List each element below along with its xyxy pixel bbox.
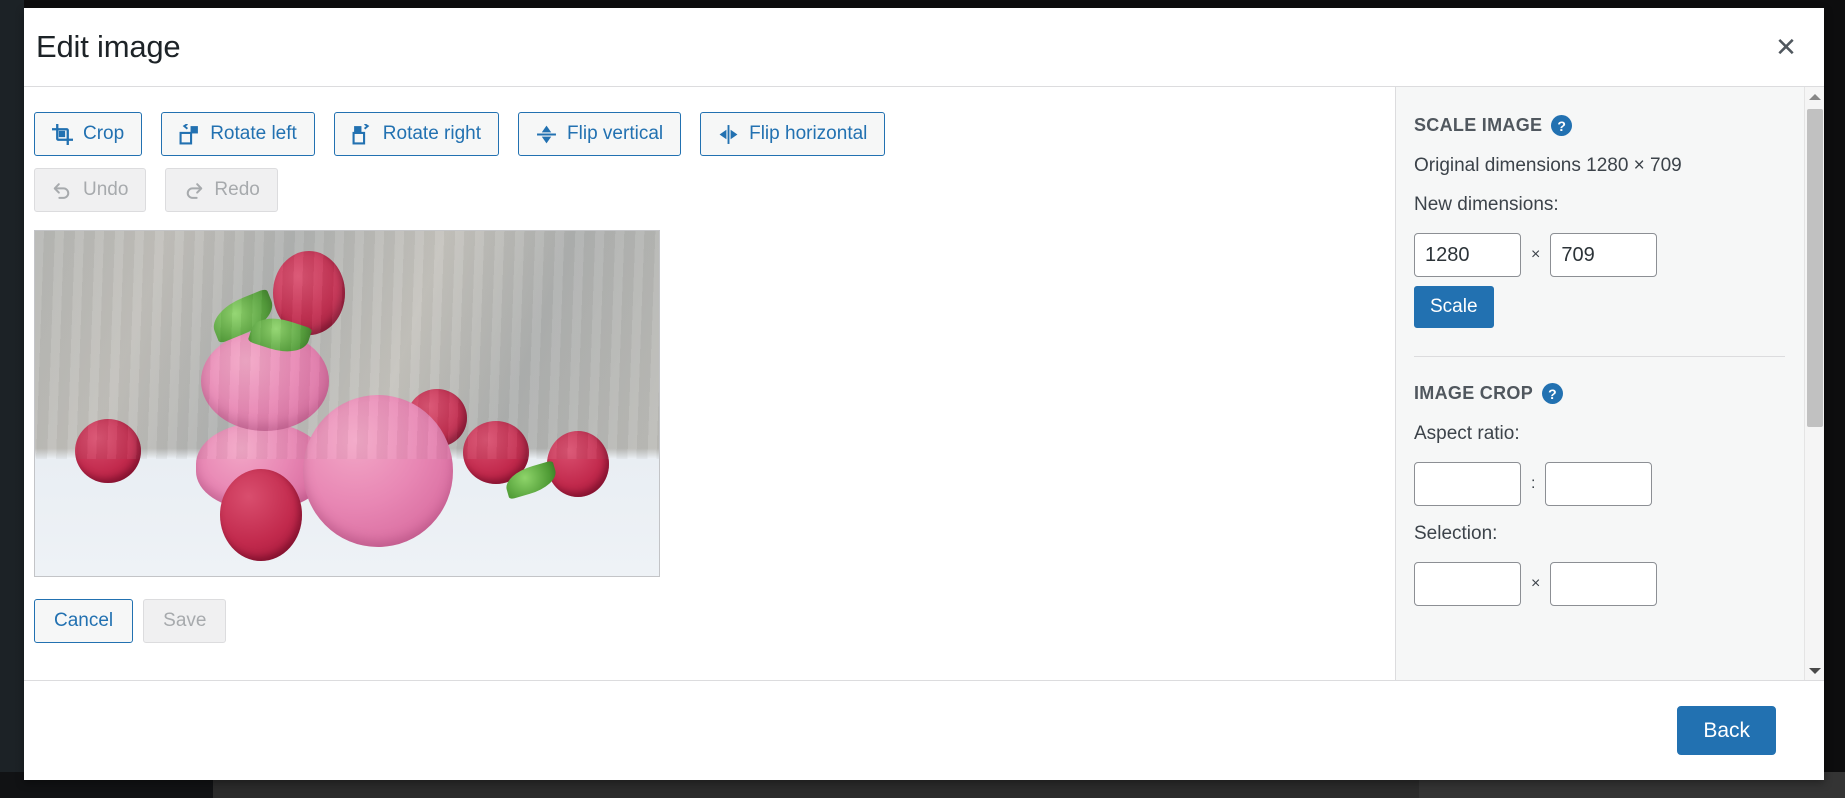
redo-button-label: Redo	[214, 179, 260, 200]
image-history-toolbar: Undo Redo	[34, 168, 1395, 212]
image-crop-heading: IMAGE CROP	[1414, 383, 1534, 403]
rotate-left-icon	[179, 123, 200, 145]
help-icon[interactable]: ?	[1551, 115, 1573, 136]
rotate-left-button-label: Rotate left	[210, 123, 297, 144]
flip-horizontal-icon	[718, 124, 739, 145]
close-icon[interactable]: ✕	[1760, 21, 1812, 73]
scale-width-input[interactable]	[1414, 233, 1521, 277]
scroll-up-icon[interactable]	[1805, 87, 1824, 106]
rotate-right-button-label: Rotate right	[382, 123, 482, 144]
aspect-ratio-fields: :	[1414, 462, 1804, 506]
selection-fields: ×	[1414, 562, 1804, 606]
image-preview-canvas[interactable]	[34, 230, 660, 577]
selection-label: Selection:	[1414, 523, 1498, 544]
scale-height-input[interactable]	[1550, 233, 1658, 277]
image-settings-pane: SCALE IMAGE ? Original dimensions 1280 ×…	[1395, 87, 1804, 680]
undo-button[interactable]: Undo	[34, 168, 147, 212]
aspect-ratio-width-input[interactable]	[1414, 462, 1521, 506]
save-button[interactable]: Save	[143, 599, 227, 643]
sidebar-ghost-row	[0, 0, 24, 34]
rotate-right-button[interactable]: Rotate right	[333, 112, 500, 156]
crop-button[interactable]: Crop	[34, 112, 143, 156]
admin-sidebar-behind-modal	[0, 0, 24, 798]
scale-button[interactable]: Scale	[1414, 286, 1494, 328]
ratio-separator-icon: :	[1531, 475, 1536, 492]
help-icon[interactable]: ?	[1542, 383, 1564, 404]
modal-footer: Back	[24, 681, 1824, 780]
undo-button-label: Undo	[83, 179, 129, 200]
page-title: Edit image	[36, 29, 181, 64]
cancel-button[interactable]: Cancel	[34, 599, 134, 643]
selection-height-input[interactable]	[1550, 562, 1658, 606]
raspberry	[407, 389, 467, 447]
flip-vertical-button[interactable]: Flip vertical	[518, 112, 682, 156]
selection-separator-icon: ×	[1531, 575, 1541, 592]
mint-leaf	[247, 310, 313, 360]
new-dimensions-fields: ×	[1414, 233, 1804, 277]
scale-image-heading: SCALE IMAGE	[1414, 115, 1543, 135]
undo-icon	[52, 180, 73, 201]
flip-vertical-icon	[536, 124, 557, 145]
raspberry-front	[220, 469, 302, 561]
redo-icon	[183, 180, 204, 201]
modal-body: Crop Rotate left Rotate right Flip verti…	[24, 87, 1824, 681]
raspberry	[75, 419, 141, 483]
flip-horizontal-button[interactable]: Flip horizontal	[700, 112, 886, 156]
aspect-ratio-height-input[interactable]	[1545, 462, 1653, 506]
aspect-ratio-label: Aspect ratio:	[1414, 423, 1520, 444]
image-transform-toolbar: Crop Rotate left Rotate right Flip verti…	[34, 112, 1395, 156]
rotate-left-button[interactable]: Rotate left	[161, 112, 315, 156]
selection-width-input[interactable]	[1414, 562, 1521, 606]
modal-scrollbar[interactable]	[1804, 87, 1824, 680]
sidebar-ghost-row	[0, 68, 24, 102]
mint-leaf	[206, 288, 280, 344]
flip-horizontal-button-label: Flip horizontal	[749, 123, 868, 144]
sidebar-ghost-row	[0, 34, 24, 68]
editor-actions: Cancel Save	[34, 599, 1395, 643]
dimension-separator-icon: ×	[1531, 246, 1541, 263]
scrollbar-thumb[interactable]	[1807, 109, 1823, 427]
redo-button[interactable]: Redo	[165, 168, 278, 212]
new-dimensions-label: New dimensions:	[1414, 194, 1559, 215]
macaron-top	[201, 331, 329, 431]
back-button[interactable]: Back	[1677, 706, 1776, 755]
image-crop-section-header: IMAGE CROP ?	[1414, 383, 1804, 404]
crop-button-label: Crop	[83, 123, 125, 144]
modal-header: Edit image ✕	[24, 8, 1824, 87]
original-dimensions-label: Original dimensions 1280 × 709	[1414, 155, 1682, 176]
edit-image-modal: Edit image ✕ Crop Rotate left Rotate rig…	[24, 8, 1824, 780]
raspberry	[547, 431, 609, 497]
rotate-right-icon	[352, 123, 373, 145]
raspberry-top	[273, 251, 345, 335]
scroll-down-icon[interactable]	[1805, 661, 1824, 680]
crop-icon	[52, 123, 73, 145]
settings-divider	[1414, 356, 1785, 357]
macaron-photo	[35, 231, 659, 576]
image-editor-pane: Crop Rotate left Rotate right Flip verti…	[24, 87, 1395, 680]
scale-image-section-header: SCALE IMAGE ?	[1414, 115, 1804, 136]
flip-vertical-button-label: Flip vertical	[567, 123, 664, 144]
macaron-leaning	[303, 395, 453, 547]
